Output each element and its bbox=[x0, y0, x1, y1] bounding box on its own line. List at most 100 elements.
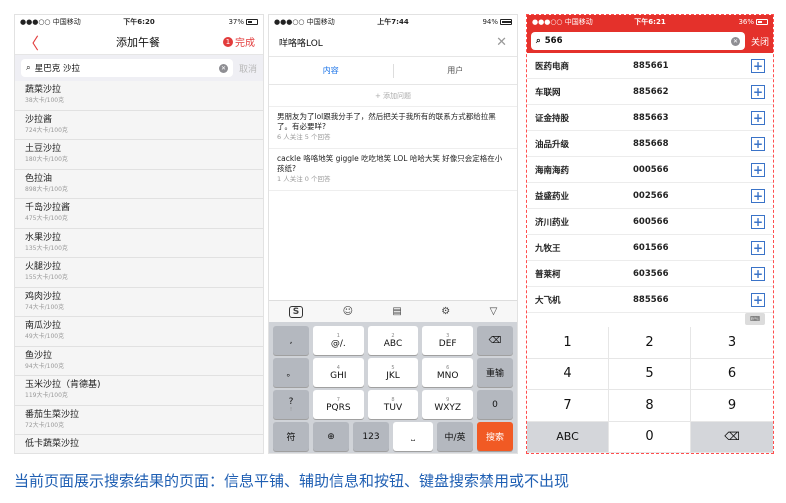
add-icon[interactable]: + bbox=[751, 188, 765, 203]
list-item[interactable]: 鸡肉沙拉 74大卡/100克 bbox=[15, 288, 263, 317]
list-item[interactable]: cackle 咯咯地笑 giggle 吃吃地笑 LOL 哈哈大笑 好像只会定格在… bbox=[269, 149, 517, 191]
stock-name[interactable]: 益盛药业 bbox=[535, 190, 633, 202]
stock-name[interactable]: 证金持股 bbox=[535, 112, 633, 124]
back-icon[interactable]: 〈 bbox=[23, 30, 53, 54]
key[interactable]: 1 @/. bbox=[313, 326, 364, 355]
key[interactable]: 2 ABC bbox=[367, 326, 419, 355]
table-row: 益盛药业 002566 + bbox=[527, 183, 773, 209]
key[interactable]: 9 WXYZ bbox=[422, 390, 474, 419]
numpad-key[interactable]: 9 bbox=[691, 390, 773, 422]
key-label: JKL bbox=[386, 370, 400, 381]
numpad-key[interactable]: 8 bbox=[609, 390, 691, 422]
stock-name[interactable]: 医药电商 bbox=[535, 60, 633, 72]
add-icon[interactable]: + bbox=[751, 84, 765, 99]
key[interactable]: ⌫ bbox=[477, 326, 514, 355]
numpad-key[interactable]: 2 bbox=[609, 327, 691, 359]
add-question-button[interactable]: + 添加问题 bbox=[269, 85, 517, 107]
clipboard-icon[interactable]: ▤ bbox=[392, 306, 401, 317]
list-item[interactable]: 男朋友为了lol跟我分手了，然后把关于我所有的联系方式都给拉黑了。有必要咩? 6 … bbox=[269, 107, 517, 149]
list-item[interactable]: 番茄生菜沙拉 72大卡/100克 bbox=[15, 406, 263, 435]
sogou-icon[interactable]: S bbox=[288, 305, 304, 318]
numpad-key[interactable]: ABC bbox=[527, 421, 609, 453]
search-key[interactable]: 搜索 bbox=[477, 422, 513, 451]
add-icon[interactable]: + bbox=[751, 292, 765, 307]
key[interactable]: 重输 bbox=[477, 358, 514, 387]
list-item[interactable]: 色拉油 898大卡/100克 bbox=[15, 170, 263, 199]
list-item[interactable]: 沙拉酱 724大卡/100克 bbox=[15, 111, 263, 140]
food-name: 鸡肉沙拉 bbox=[25, 291, 62, 302]
close-button[interactable]: 关闭 bbox=[751, 35, 769, 48]
list-item[interactable]: 千岛沙拉酱 475大卡/100克 bbox=[15, 199, 263, 229]
list-item[interactable]: 火腿沙拉 155大卡/100克 bbox=[15, 258, 263, 288]
food-calories: 724大卡/100克 bbox=[25, 126, 68, 134]
numpad-key[interactable]: 1 bbox=[527, 327, 609, 359]
add-icon[interactable]: + bbox=[751, 162, 765, 177]
key[interactable]: , bbox=[273, 326, 309, 355]
language-key[interactable]: 中/英 bbox=[437, 422, 473, 451]
list-item[interactable]: 水果沙拉 135大卡/100克 bbox=[15, 229, 263, 258]
key[interactable]: 。 bbox=[273, 358, 309, 387]
close-icon[interactable]: ✕ bbox=[496, 35, 507, 50]
numpad-key[interactable]: 4 bbox=[527, 358, 609, 390]
clear-icon[interactable]: ✕ bbox=[218, 63, 228, 73]
settings-icon[interactable]: ⚙ bbox=[441, 306, 450, 317]
add-icon[interactable]: + bbox=[751, 240, 765, 255]
stock-name[interactable]: 油品升级 bbox=[535, 138, 633, 150]
add-icon[interactable]: + bbox=[751, 58, 765, 73]
stock-name[interactable]: 普莱柯 bbox=[535, 268, 633, 280]
stock-name[interactable]: 九牧王 bbox=[535, 242, 633, 254]
food-name: 水果沙拉 bbox=[25, 232, 62, 243]
collapse-icon[interactable]: ▽ bbox=[490, 306, 498, 317]
add-icon[interactable]: + bbox=[751, 136, 765, 151]
stock-name[interactable]: 车联网 bbox=[535, 86, 633, 98]
cancel-button[interactable]: 取消 bbox=[239, 62, 257, 75]
numpad-key[interactable]: 5 bbox=[609, 358, 691, 390]
search-bar: 咩咯咯LOL ✕ bbox=[269, 29, 517, 57]
key[interactable]: 7 PQRS bbox=[313, 390, 364, 419]
number-key[interactable]: 123 bbox=[353, 422, 389, 451]
list-item[interactable]: 低卡蔬菜沙拉 bbox=[15, 435, 263, 453]
search-icon: ⌕ bbox=[26, 63, 31, 73]
add-icon[interactable]: + bbox=[751, 214, 765, 229]
symbol-key[interactable]: 符 bbox=[273, 422, 309, 451]
caption: 当前页面展示搜索结果的页面：信息平铺、辅助信息和按钮、键盘搜索禁用或不出现 bbox=[14, 472, 570, 490]
search-input[interactable]: ⌕ 星巴克 沙拉 ✕ bbox=[21, 59, 233, 77]
list-item[interactable]: 蔬菜沙拉 38大卡/100克 bbox=[15, 81, 263, 111]
space-key[interactable]: ⎵ bbox=[393, 422, 433, 451]
numpad-key[interactable]: 3 bbox=[691, 327, 773, 359]
key[interactable]: 0 bbox=[477, 390, 514, 419]
search-value: 星巴克 沙拉 bbox=[34, 64, 80, 74]
numpad-key[interactable]: 7 bbox=[527, 390, 609, 422]
list-item[interactable]: 玉米沙拉（肯德基) 119大卡/100克 bbox=[15, 376, 263, 406]
food-name: 鱼沙拉 bbox=[25, 350, 53, 361]
tab-content[interactable]: 内容 bbox=[269, 65, 393, 76]
search-input[interactable]: 咩咯咯LOL bbox=[279, 36, 323, 49]
globe-icon[interactable]: ⊕ bbox=[313, 422, 349, 451]
numpad-key[interactable]: ⌫ bbox=[691, 421, 773, 453]
list-item[interactable]: 土豆沙拉 180大卡/100克 bbox=[15, 140, 263, 170]
stock-name[interactable]: 济川药业 bbox=[535, 216, 633, 228]
key-label: ? bbox=[288, 396, 294, 407]
numpad-key[interactable]: 0 bbox=[609, 421, 691, 453]
done-button[interactable]: 1 完成 bbox=[223, 34, 255, 49]
list-item[interactable]: 南瓜沙拉 49大卡/100克 bbox=[15, 317, 263, 347]
search-input[interactable]: ⌕ 566 ✕ bbox=[531, 32, 745, 50]
numpad-key[interactable]: 6 bbox=[691, 359, 773, 390]
add-icon[interactable]: + bbox=[751, 266, 765, 281]
key[interactable]: 6 MNO bbox=[422, 358, 474, 387]
key[interactable]: 5 JKL bbox=[367, 358, 419, 387]
stock-name[interactable]: 大飞机 bbox=[535, 294, 633, 306]
emoji-icon[interactable]: ☺ bbox=[343, 306, 353, 317]
key[interactable]: ?! bbox=[273, 390, 309, 419]
tab-users[interactable]: 用户 bbox=[394, 65, 518, 76]
stock-name[interactable]: 海南海药 bbox=[535, 164, 633, 176]
list-item[interactable]: 鱼沙拉 94大卡/100克 bbox=[15, 347, 263, 376]
add-icon[interactable]: + bbox=[751, 110, 765, 125]
clear-icon[interactable]: ✕ bbox=[730, 36, 740, 46]
keyboard-toggle-icon[interactable]: ⌨ bbox=[745, 313, 765, 325]
count-badge: 1 bbox=[223, 36, 233, 47]
key[interactable]: 4 GHI bbox=[313, 358, 364, 387]
key[interactable]: 8 TUV bbox=[367, 390, 419, 419]
question-meta: 1 人关注 0 个回答 bbox=[277, 175, 331, 183]
key[interactable]: 3 DEF bbox=[422, 326, 474, 355]
